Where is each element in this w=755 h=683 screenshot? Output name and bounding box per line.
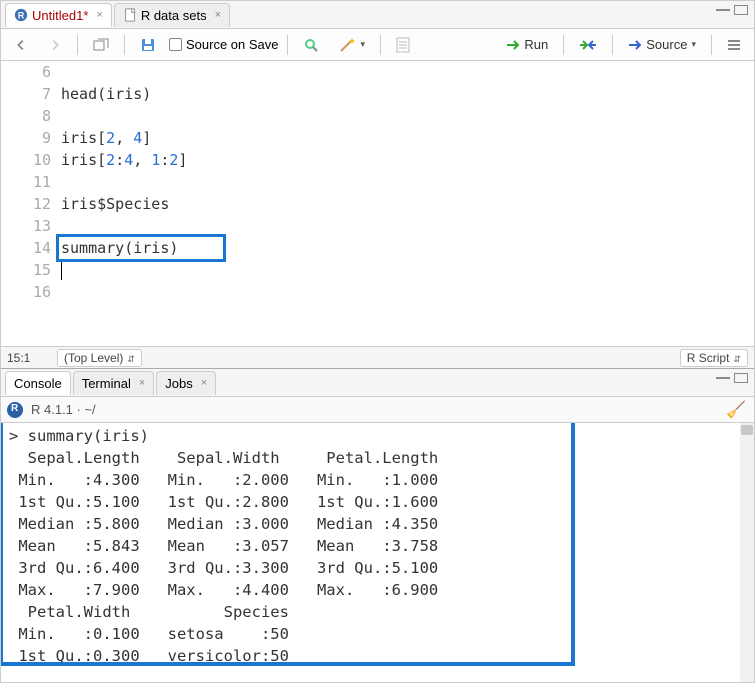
console-header: R 4.1.1 · ~/ 🧹: [1, 397, 754, 423]
console-tabbar: Console Terminal× Jobs×: [1, 369, 754, 397]
show-in-new-window-button[interactable]: [86, 35, 116, 55]
run-button[interactable]: Run: [499, 34, 555, 55]
rerun-button[interactable]: [572, 36, 604, 54]
close-icon[interactable]: ×: [139, 377, 145, 389]
save-button[interactable]: [133, 34, 163, 56]
console-prompt-line: > summary(iris): [9, 425, 746, 447]
console-line: Mean :5.843 Mean :3.057 Mean :3.758: [9, 535, 746, 557]
r-logo-icon: [7, 402, 23, 418]
console-line: Min. :0.100 setosa :50: [9, 623, 746, 645]
console-line: Sepal.Length Sepal.Width Petal.Length: [9, 447, 746, 469]
console-line: Median :5.800 Median :3.000 Median :4.35…: [9, 513, 746, 535]
scroll-thumb[interactable]: [741, 425, 753, 435]
language-selector[interactable]: R Script⇵: [680, 349, 748, 367]
back-button[interactable]: [7, 35, 35, 55]
checkbox-icon: [169, 38, 182, 51]
console-tab-terminal[interactable]: Terminal×: [73, 371, 155, 395]
source-button[interactable]: Source▾: [621, 34, 703, 55]
pane-window-controls: [716, 373, 748, 383]
maximize-pane-icon[interactable]: [734, 373, 748, 383]
source-tab-rdatasets[interactable]: R data sets ×: [114, 3, 230, 27]
tab-title: Untitled1*: [32, 8, 88, 23]
report-button[interactable]: [389, 34, 417, 56]
cursor-position: 15:1: [7, 351, 57, 365]
svg-text:R: R: [18, 11, 25, 21]
console-working-dir[interactable]: R 4.1.1 · ~/: [31, 402, 96, 417]
source-tabbar: R Untitled1* × R data sets ×: [1, 1, 754, 29]
source-toolbar: Source on Save ▾ Run Source▾: [1, 29, 754, 61]
forward-button[interactable]: [41, 35, 69, 55]
console-line: Petal.Width Species: [9, 601, 746, 623]
tab-title: R data sets: [141, 8, 207, 23]
wand-button[interactable]: ▾: [332, 34, 373, 56]
pane-window-controls: [716, 5, 748, 15]
source-pane: R Untitled1* × R data sets × Source on S…: [1, 1, 754, 369]
scope-selector[interactable]: (Top Level)⇵: [57, 349, 142, 367]
console-tab-console[interactable]: Console: [5, 371, 71, 395]
console-pane: Console Terminal× Jobs× R 4.1.1 · ~/ 🧹 >…: [1, 369, 754, 682]
close-icon[interactable]: ×: [201, 377, 207, 389]
console-output[interactable]: > summary(iris) Sepal.Length Sepal.Width…: [1, 423, 754, 682]
find-button[interactable]: [296, 34, 326, 56]
console-line: Min. :4.300 Min. :2.000 Min. :1.000: [9, 469, 746, 491]
console-line: 1st Qu.:0.300 versicolor:50: [9, 645, 746, 667]
code-area[interactable]: head(iris) iris[2, 4] iris[2:4, 1:2] iri…: [61, 61, 754, 346]
console-line: Max. :7.900 Max. :4.400 Max. :6.900: [9, 579, 746, 601]
source-on-save-checkbox[interactable]: Source on Save: [169, 37, 279, 52]
minimize-pane-icon[interactable]: [716, 373, 730, 379]
scrollbar[interactable]: [740, 423, 754, 682]
minimize-pane-icon[interactable]: [716, 5, 730, 11]
outline-button[interactable]: [720, 36, 748, 54]
maximize-pane-icon[interactable]: [734, 5, 748, 15]
source-tab-untitled1[interactable]: R Untitled1* ×: [5, 3, 112, 27]
doc-file-icon: [123, 8, 137, 22]
r-file-icon: R: [14, 8, 28, 22]
console-tab-jobs[interactable]: Jobs×: [156, 371, 216, 395]
line-gutter: 6 7 8 9 10 11 12 13 14 15 16: [1, 61, 61, 346]
clear-console-icon[interactable]: 🧹: [726, 400, 746, 420]
close-icon[interactable]: ×: [215, 9, 221, 21]
console-line: 1st Qu.:5.100 1st Qu.:2.800 1st Qu.:1.60…: [9, 491, 746, 513]
source-statusbar: 15:1 (Top Level)⇵ R Script⇵: [1, 346, 754, 368]
close-icon[interactable]: ×: [96, 9, 102, 21]
code-editor[interactable]: 6 7 8 9 10 11 12 13 14 15 16 head(iris) …: [1, 61, 754, 346]
console-line: 3rd Qu.:6.400 3rd Qu.:3.300 3rd Qu.:5.10…: [9, 557, 746, 579]
